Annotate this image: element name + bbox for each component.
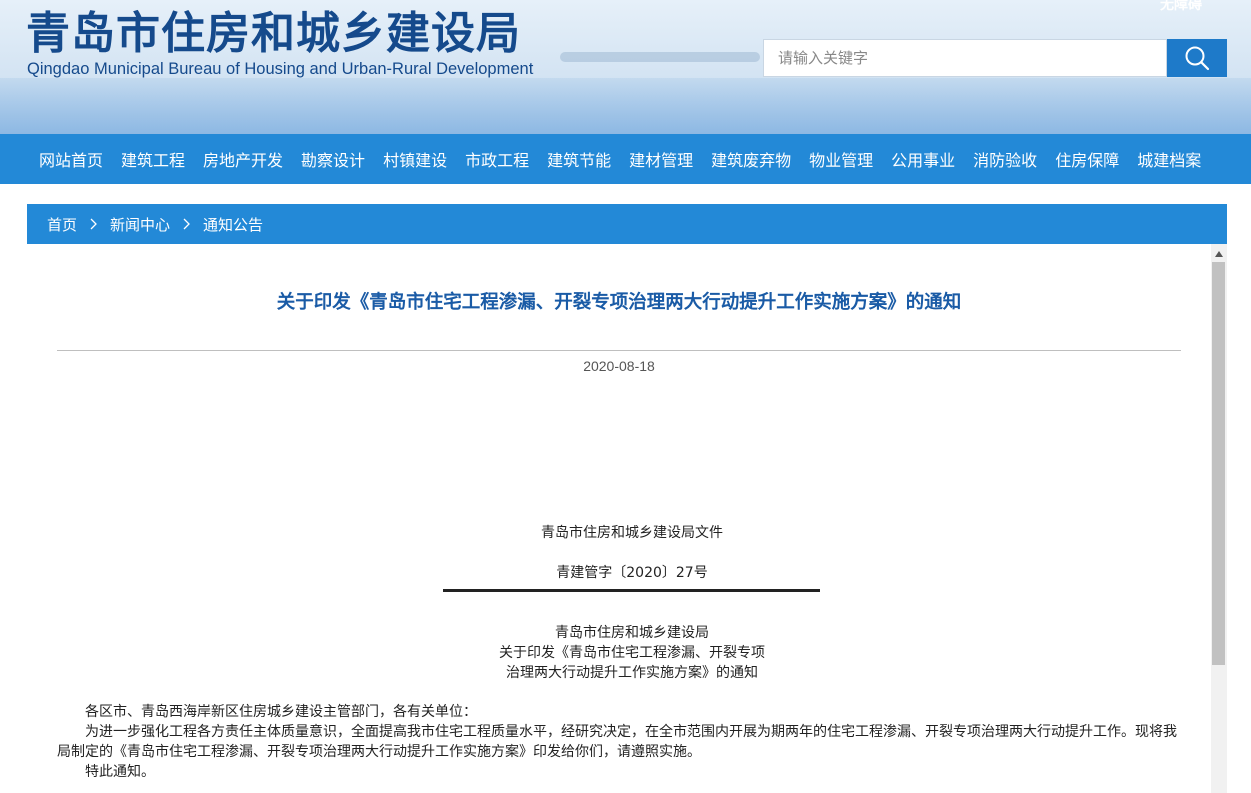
nav-item-village-town[interactable]: 村镇建设 <box>383 147 447 171</box>
scroll-up-arrow[interactable] <box>1211 248 1227 260</box>
triangle-up-icon <box>1215 251 1223 257</box>
nav-item-energy-saving[interactable]: 建筑节能 <box>547 147 611 171</box>
site-logo-title[interactable]: 青岛市住房和城乡建设局 <box>26 10 521 58</box>
article-content: 关于印发《青岛市住宅工程渗漏、开裂专项治理两大行动提升工作实施方案》的通知 20… <box>27 244 1211 793</box>
accessibility-link[interactable]: 无障碍 <box>1160 0 1202 14</box>
publish-date: 2020-08-18 <box>583 358 655 374</box>
breadcrumb-home[interactable]: 首页 <box>47 214 77 235</box>
article-title: 关于印发《青岛市住宅工程渗漏、开裂专项治理两大行动提升工作实施方案》的通知 <box>276 292 962 313</box>
doc-heading-line1: 关于印发《青岛市住宅工程渗漏、开裂专项 <box>499 645 765 661</box>
doc-header: 青岛市住房和城乡建设局文件 <box>541 525 723 541</box>
nav-item-property[interactable]: 物业管理 <box>809 147 873 171</box>
chevron-right-icon <box>90 218 97 230</box>
nav-item-municipal[interactable]: 市政工程 <box>465 147 529 171</box>
nav-item-archives[interactable]: 城建档案 <box>1137 147 1201 171</box>
search-button[interactable] <box>1167 39 1227 77</box>
nav-item-materials[interactable]: 建材管理 <box>629 147 693 171</box>
nav-item-housing-security[interactable]: 住房保障 <box>1055 147 1119 171</box>
breadcrumb: 首页 新闻中心 通知公告 <box>27 204 1227 244</box>
breadcrumb-notices[interactable]: 通知公告 <box>203 214 263 235</box>
nav-item-construction[interactable]: 建筑工程 <box>121 147 185 171</box>
title-divider <box>57 350 1181 351</box>
site-header: 青岛市住房和城乡建设局 Qingdao Municipal Bureau of … <box>0 0 1251 134</box>
nav-item-survey-design[interactable]: 勘察设计 <box>301 147 365 171</box>
nav-item-real-estate[interactable]: 房地产开发 <box>203 147 283 171</box>
search-icon <box>1185 46 1210 71</box>
doc-heading-line2: 治理两大行动提升工作实施方案》的通知 <box>506 665 758 681</box>
chevron-right-icon <box>183 218 190 230</box>
doc-closing: 特此通知。 <box>85 764 155 780</box>
doc-number: 青建管字〔2020〕27号 <box>556 565 708 581</box>
article-scrollbar[interactable] <box>1211 244 1227 793</box>
doc-salutation: 各区市、青岛西海岸新区住房城乡建设主管部门，各有关单位： <box>85 704 477 720</box>
nav-item-waste[interactable]: 建筑废弃物 <box>711 147 791 171</box>
nav-item-fire-acceptance[interactable]: 消防验收 <box>973 147 1037 171</box>
search-input[interactable] <box>763 39 1167 77</box>
doc-body: 为进一步强化工程各方责任主体质量意识，全面提高我市住宅工程质量水平，经研究决定，… <box>57 724 1177 760</box>
main-nav: 网站首页 建筑工程 房地产开发 勘察设计 村镇建设 市政工程 建筑节能 建材管理… <box>0 134 1251 184</box>
doc-divider <box>443 589 820 592</box>
breadcrumb-news-center[interactable]: 新闻中心 <box>110 214 170 235</box>
site-logo-subtitle: Qingdao Municipal Bureau of Housing and … <box>27 60 534 78</box>
scroll-thumb[interactable] <box>1212 262 1225 665</box>
nav-item-utilities[interactable]: 公用事业 <box>891 147 955 171</box>
doc-issuer: 青岛市住房和城乡建设局 <box>555 625 709 641</box>
nav-item-home[interactable]: 网站首页 <box>39 147 103 171</box>
header-background-sea <box>0 78 1251 134</box>
header-background-island <box>560 52 760 62</box>
